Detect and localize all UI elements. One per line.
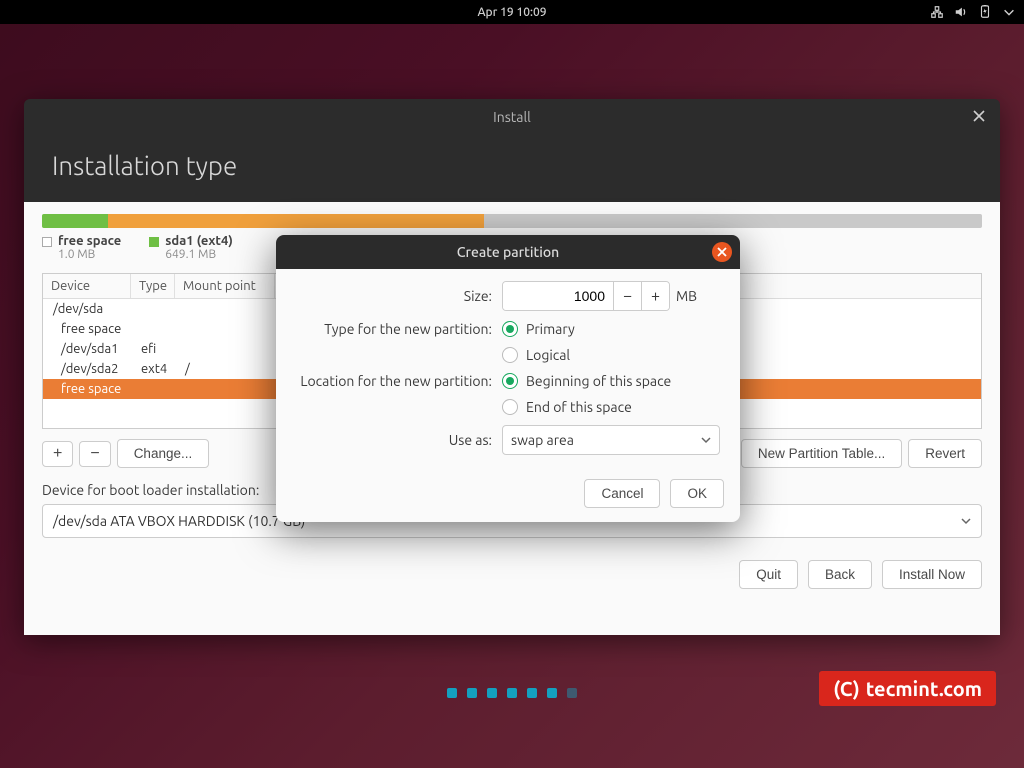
radio-primary[interactable]: Primary [502,321,575,337]
size-spinbox: − + [502,281,670,311]
system-tray [930,5,1016,19]
install-now-button[interactable]: Install Now [882,560,982,589]
clock: Apr 19 10:09 [477,6,546,19]
volume-icon[interactable] [954,5,968,19]
pager-dots [447,688,577,698]
table-cell [175,319,275,339]
col-device[interactable]: Device [43,274,131,298]
quit-button[interactable]: Quit [739,560,798,589]
use-as-label: Use as: [292,432,502,448]
dialog-titlebar: Create partition [276,235,740,269]
size-increment-button[interactable]: + [641,282,669,310]
dialog-title: Create partition [457,244,559,260]
remove-partition-button[interactable]: − [79,441,110,467]
size-unit: MB [676,288,697,304]
watermark-prefix: (C) [833,677,859,700]
radio-beginning-label: Beginning of this space [526,373,671,389]
table-cell [131,379,175,399]
window-title: Install [493,109,531,125]
size-decrement-button[interactable]: − [613,282,641,310]
cancel-button[interactable]: Cancel [584,479,660,508]
watermark-text: tecmint.com [866,677,982,700]
radio-primary-label: Primary [526,321,575,337]
table-cell: /dev/sda2 [43,359,131,379]
table-cell: /dev/sda [43,299,131,319]
use-as-select[interactable]: swap area [502,425,720,455]
col-mount[interactable]: Mount point [175,274,275,298]
dialog-body: Size: − + MB Type for the new partition:… [276,269,740,479]
table-cell: free space [43,319,131,339]
add-partition-button[interactable]: + [42,441,73,467]
legend-item: free space1.0 MB [42,234,121,261]
radio-beginning[interactable]: Beginning of this space [502,373,671,389]
new-partition-table-button[interactable]: New Partition Table... [741,439,902,468]
watermark: (C) tecmint.com [819,671,996,706]
radio-end-label: End of this space [526,399,632,415]
table-cell [175,299,275,319]
partition-location-label: Location for the new partition: [292,373,502,389]
legend-item: sda1 (ext4)649.1 MB [149,234,233,261]
dialog-close-button[interactable] [712,242,732,262]
window-titlebar: Install [24,99,1000,135]
partition-segment [108,214,484,228]
chevron-down-icon [701,432,711,448]
partition-segment [42,214,51,228]
use-as-value: swap area [511,432,574,448]
table-cell: free space [43,379,131,399]
network-icon[interactable] [930,5,944,19]
radio-logical[interactable]: Logical [502,347,570,363]
ok-button[interactable]: OK [670,479,724,508]
col-type[interactable]: Type [131,274,175,298]
partition-bar [42,214,982,228]
back-button[interactable]: Back [808,560,872,589]
table-cell [131,299,175,319]
revert-button[interactable]: Revert [908,439,982,468]
partition-segment [484,214,982,228]
table-cell: efi [131,339,175,359]
boot-loader-value: /dev/sda ATA VBOX HARDDISK (10.7 GB) [53,513,305,529]
table-cell: / [175,359,275,379]
partition-type-label: Type for the new partition: [292,321,502,337]
battery-icon[interactable] [978,5,992,19]
table-cell: ext4 [131,359,175,379]
table-cell: /dev/sda1 [43,339,131,359]
close-icon[interactable] [972,109,986,123]
table-cell [175,379,275,399]
chevron-down-icon[interactable] [1002,5,1016,19]
radio-logical-label: Logical [526,347,570,363]
size-label: Size: [292,288,502,304]
table-cell [175,339,275,359]
chevron-down-icon [961,513,971,529]
create-partition-dialog: Create partition Size: − + MB Type for t… [276,235,740,522]
partition-segment [51,214,107,228]
page-title: Installation type [24,135,1000,202]
topbar: Apr 19 10:09 [0,0,1024,24]
change-partition-button[interactable]: Change... [117,439,210,468]
size-input[interactable] [503,282,613,310]
dialog-footer: Cancel OK [276,479,740,522]
footer-buttons: Quit Back Install Now [42,560,982,589]
table-cell [131,319,175,339]
radio-end[interactable]: End of this space [502,399,632,415]
